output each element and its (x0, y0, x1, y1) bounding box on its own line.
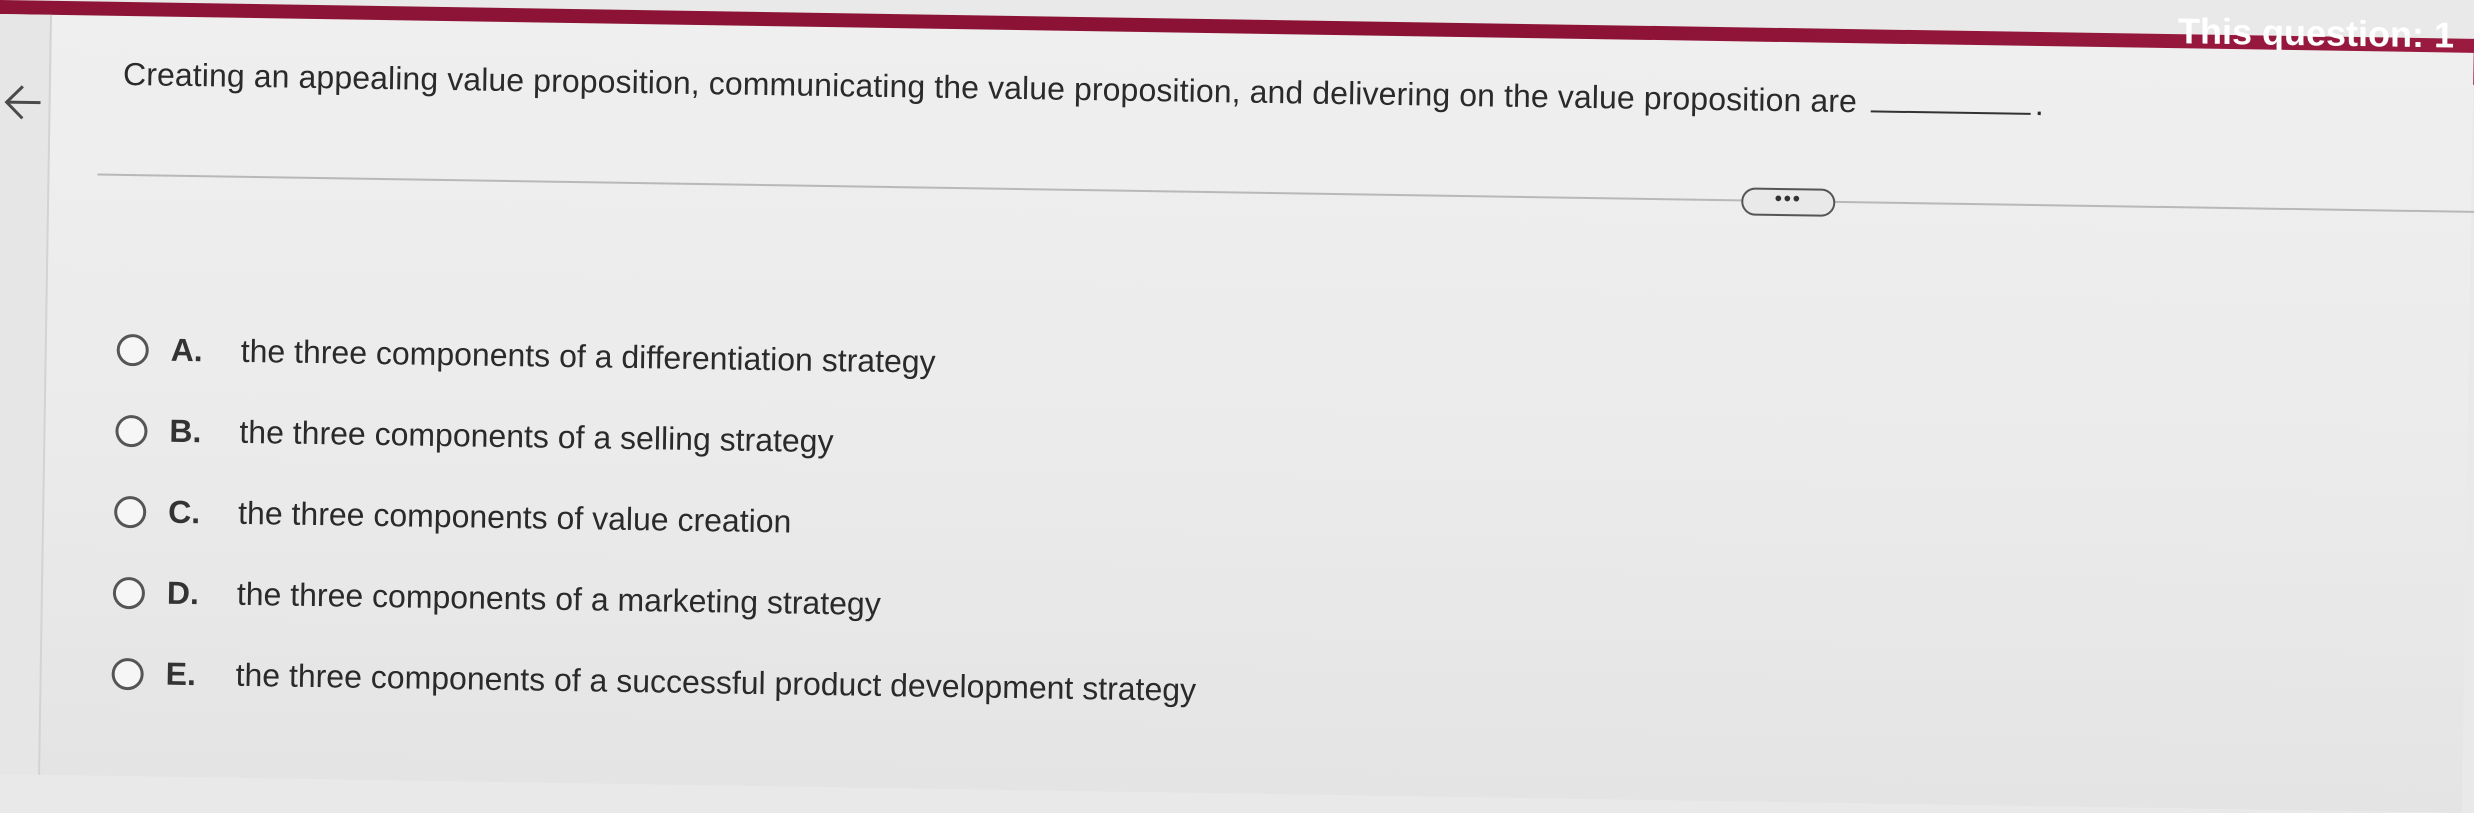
radio-e[interactable] (111, 657, 144, 690)
radio-b[interactable] (115, 414, 148, 447)
question-end-punct: . (2034, 85, 2045, 123)
radio-d[interactable] (112, 576, 146, 609)
more-button[interactable]: ••• (1741, 187, 1836, 217)
answer-blank (1870, 110, 2031, 115)
option-d-text: the three components of a marketing stra… (236, 575, 882, 622)
option-b-letter: B. (169, 412, 202, 450)
option-e-letter: E. (165, 655, 197, 693)
divider (97, 173, 2474, 214)
question-stem: Creating an appealing value proposition,… (122, 55, 1858, 120)
back-arrow-icon[interactable] (0, 76, 41, 125)
option-d-letter: D. (166, 574, 200, 612)
radio-c[interactable] (113, 495, 147, 528)
option-c-text: the three components of value creation (237, 494, 792, 540)
option-e[interactable]: E. the three components of a successful … (111, 633, 1197, 731)
option-a-letter: A. (170, 331, 204, 369)
option-c-letter: C. (167, 493, 201, 531)
left-gutter (0, 14, 52, 775)
option-a-text: the three components of a differentiatio… (240, 332, 936, 380)
option-e-text: the three components of a successful pro… (235, 656, 1197, 708)
option-b-text: the three components of a selling strate… (239, 413, 834, 460)
question-text: Creating an appealing value proposition,… (123, 56, 2044, 123)
question-panel: Creating an appealing value proposition,… (0, 14, 2474, 813)
radio-a[interactable] (116, 333, 149, 366)
answer-options: A. the three components of a differentia… (111, 309, 1202, 731)
